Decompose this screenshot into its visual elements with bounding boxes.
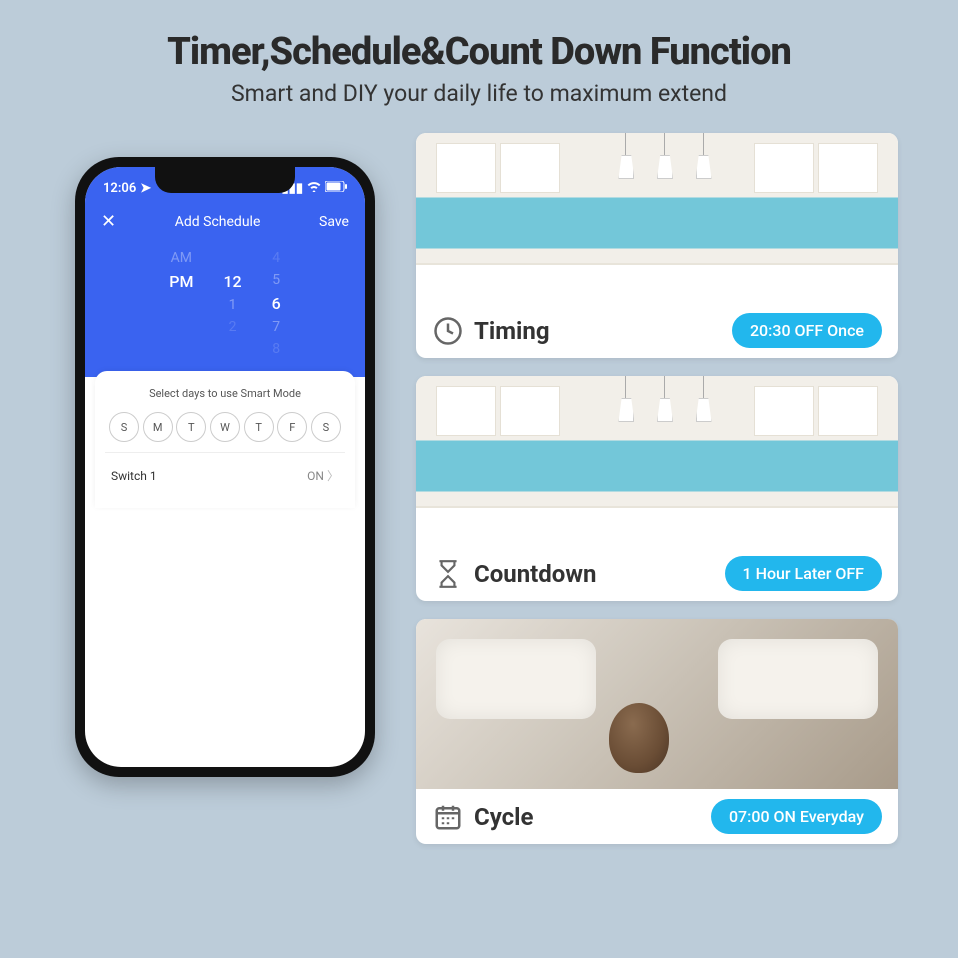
right-col: Timing 20:30 OFF Once Countdown 1 Hour L…	[416, 133, 898, 844]
location-icon: ➤	[140, 181, 151, 196]
day-tue[interactable]: T	[176, 412, 206, 442]
minute-option[interactable]: 7	[272, 319, 280, 335]
battery-icon	[325, 181, 347, 196]
hour-option	[231, 250, 234, 266]
phone-screen: 12:06 ➤ ▮▮▮ ✕	[85, 167, 365, 767]
panel-title: Select days to use Smart Mode	[105, 387, 345, 400]
card-countdown: Countdown 1 Hour Later OFF	[416, 376, 898, 601]
hero: Timer,Schedule&Count Down Function Smart…	[0, 0, 958, 117]
day-fri[interactable]: F	[277, 412, 307, 442]
minute-selected[interactable]: 6	[272, 294, 281, 313]
hero-title: Timer,Schedule&Count Down Function	[0, 30, 958, 74]
ampm-selected[interactable]: PM	[169, 272, 193, 291]
minute-option[interactable]: 4	[272, 250, 280, 266]
switch-state[interactable]: ON 〉	[307, 467, 339, 484]
day-sat[interactable]: S	[311, 412, 341, 442]
switch-state-text: ON	[307, 469, 324, 483]
time-picker[interactable]: AM PM 12 1 2 4 5 6	[101, 246, 349, 365]
close-button[interactable]: ✕	[101, 211, 116, 232]
ampm-option[interactable]: AM	[171, 250, 192, 266]
card-footer: Cycle 07:00 ON Everyday	[416, 789, 898, 844]
switch-label: Switch 1	[111, 469, 157, 483]
calendar-icon	[432, 801, 464, 833]
days-row: S M T W T F S	[105, 412, 345, 442]
day-sun[interactable]: S	[109, 412, 139, 442]
minute-option[interactable]: 8	[272, 341, 280, 357]
header-title: Add Schedule	[175, 214, 261, 230]
timing-pill[interactable]: 20:30 OFF Once	[732, 313, 882, 348]
days-panel: Select days to use Smart Mode S M T W T …	[95, 371, 355, 508]
hero-subtitle: Smart and DIY your daily life to maximum…	[0, 80, 958, 107]
clock-icon	[432, 315, 464, 347]
wifi-icon	[307, 181, 321, 196]
card-cycle: Cycle 07:00 ON Everyday	[416, 619, 898, 844]
minute-col[interactable]: 4 5 6 7 8	[272, 250, 281, 357]
card-title: Countdown	[474, 560, 715, 588]
card-title: Timing	[474, 317, 722, 345]
left-col: 12:06 ➤ ▮▮▮ ✕	[60, 133, 390, 844]
ampm-col[interactable]: AM PM	[169, 250, 193, 357]
card-footer: Countdown 1 Hour Later OFF	[416, 546, 898, 601]
header: ✕ Add Schedule Save	[101, 205, 349, 246]
card-image-sleep	[416, 619, 898, 789]
day-mon[interactable]: M	[143, 412, 173, 442]
cycle-pill[interactable]: 07:00 ON Everyday	[711, 799, 882, 834]
hour-option[interactable]: 2	[229, 319, 237, 335]
minute-option[interactable]: 5	[272, 272, 280, 288]
hourglass-icon	[432, 558, 464, 590]
countdown-pill[interactable]: 1 Hour Later OFF	[725, 556, 882, 591]
status-time: 12:06	[103, 181, 136, 196]
save-button[interactable]: Save	[319, 214, 349, 230]
card-footer: Timing 20:30 OFF Once	[416, 303, 898, 358]
chevron-right-icon: 〉	[327, 467, 339, 484]
day-thu[interactable]: T	[244, 412, 274, 442]
card-image-kitchen	[416, 133, 898, 303]
card-timing: Timing 20:30 OFF Once	[416, 133, 898, 358]
schedule-panel: ✕ Add Schedule Save AM PM 12	[85, 201, 365, 377]
ampm-spacer	[180, 297, 183, 313]
notch	[155, 167, 295, 193]
card-image-kitchen	[416, 376, 898, 546]
switch-row[interactable]: Switch 1 ON 〉	[105, 452, 345, 498]
hour-selected[interactable]: 12	[223, 272, 241, 291]
card-title: Cycle	[474, 803, 701, 831]
hour-option[interactable]: 1	[229, 297, 237, 313]
day-wed[interactable]: W	[210, 412, 240, 442]
hour-col[interactable]: 12 1 2	[223, 250, 241, 357]
phone-frame: 12:06 ➤ ▮▮▮ ✕	[75, 157, 375, 777]
content-row: 12:06 ➤ ▮▮▮ ✕	[0, 117, 958, 844]
